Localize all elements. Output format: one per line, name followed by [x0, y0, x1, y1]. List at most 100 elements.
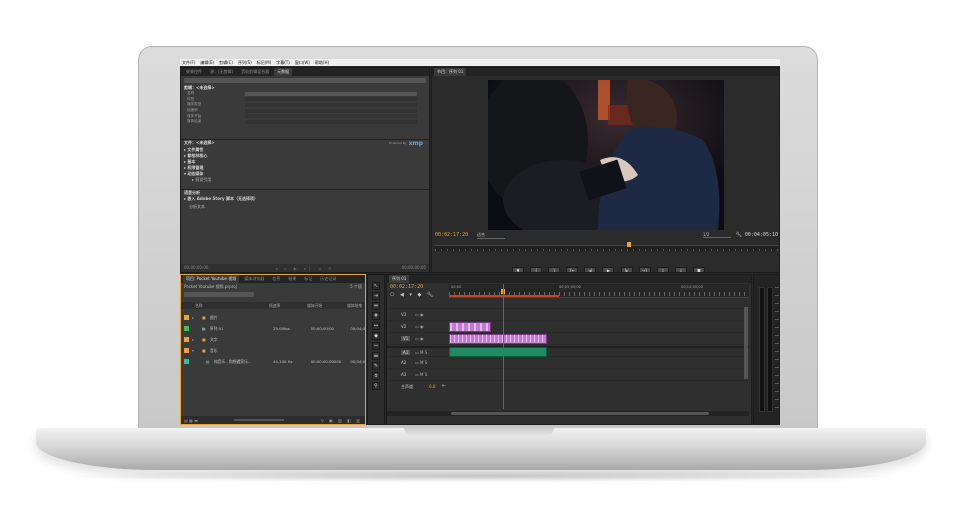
col-start[interactable]: 媒体开始 — [307, 303, 347, 309]
mark-in-button[interactable]: { — [530, 267, 543, 272]
master-jump-icon[interactable]: ⇤ — [442, 383, 446, 389]
metadata-search[interactable] — [181, 76, 429, 85]
rolling-edit-tool-icon[interactable]: # — [372, 312, 380, 320]
menu-edit[interactable]: 编辑(E) — [200, 59, 214, 66]
pen-tool-icon[interactable]: ✎ — [372, 362, 380, 370]
expand-arrow-icon[interactable]: ▾ — [192, 348, 202, 353]
rate-stretch-tool-icon[interactable]: ↔ — [372, 322, 380, 330]
col-fps[interactable]: 帧速率 — [269, 303, 307, 309]
expand-arrow-icon[interactable]: ▸ — [192, 337, 202, 342]
slip-tool-icon[interactable]: ⇿ — [372, 342, 380, 350]
track-label[interactable]: V1 — [401, 336, 411, 341]
step-forward-button[interactable]: |▸ — [620, 267, 633, 272]
project-footer-buttons[interactable]: ⚲ ▣ ▧ ◧ ▥ — [321, 418, 362, 423]
list-item[interactable]: ▾ ■ 音乐 — [181, 345, 365, 356]
go-to-in-button[interactable]: {← — [566, 267, 579, 272]
zoom-tool-icon[interactable]: ⚲ — [372, 382, 380, 390]
video-clip-v1[interactable] — [449, 334, 547, 344]
menu-marker[interactable]: 标记(M) — [257, 59, 272, 66]
tab-history[interactable]: 历史记录 — [317, 275, 339, 283]
menu-help[interactable]: 帮助(H) — [315, 59, 329, 66]
timeline-scroll-thumb[interactable] — [451, 412, 709, 415]
marker-button[interactable]: ▼ — [512, 267, 524, 272]
tab-metadata[interactable]: 元数据 — [274, 68, 293, 76]
resolution-dropdown[interactable]: 1/2 — [703, 232, 731, 238]
razor-tool-icon[interactable]: ◆ — [372, 332, 380, 340]
meta-value[interactable] — [245, 114, 417, 119]
extract-button[interactable]: ⇩ — [674, 267, 687, 272]
program-scrubber[interactable] — [435, 242, 778, 251]
tab-audio-mixer[interactable]: 音轨剪辑混合器 — [238, 68, 272, 76]
timeline-timecode[interactable]: 00:02:17:20 — [390, 284, 423, 290]
track-label[interactable]: V2 — [401, 324, 406, 329]
track-toggle-icons[interactable]: ▭ M S — [415, 350, 427, 355]
menu-file[interactable]: 文件(F) — [182, 59, 195, 66]
meta-value[interactable] — [245, 102, 417, 107]
expand-arrow-icon[interactable]: ▸ — [192, 315, 202, 320]
zoom-slider[interactable] — [234, 419, 285, 421]
list-item[interactable]: ▦ 序列 01 25.00fps 00;00;00;00 00;04;0 — [181, 323, 365, 334]
track-select-tool-icon[interactable]: ⇥ — [372, 292, 380, 300]
track-toggle-icons[interactable]: ▭ ◉ — [415, 336, 424, 341]
track-label[interactable]: V3 — [401, 312, 406, 317]
tab-sequence[interactable]: 序列 01 — [389, 275, 410, 283]
timeline-tool-icons[interactable]: ⎔ ◀ ▾ ◆ 🔧︎ — [390, 292, 435, 298]
meta-value[interactable] — [245, 91, 417, 96]
timeline-scrollbar[interactable] — [387, 411, 749, 416]
lift-button[interactable]: ⇧ — [656, 267, 669, 272]
tab-markers[interactable]: 标记 — [301, 275, 315, 283]
selection-tool-icon[interactable]: ↖ — [372, 282, 380, 290]
track-label[interactable]: A3 — [401, 372, 406, 377]
vertical-scrollbar[interactable] — [744, 307, 748, 379]
menu-clip[interactable]: 剪辑(C) — [219, 59, 233, 66]
tab-source[interactable]: 源：(无剪辑) — [207, 68, 236, 76]
list-item[interactable]: ▤ 纯音乐 - 和想遇家乐... 44,100 Hz 00:00:00:0000… — [181, 356, 365, 367]
tab-effects[interactable]: 效果 — [285, 275, 299, 283]
mark-out-button[interactable]: } — [548, 267, 561, 272]
track-toggle-icons[interactable]: ▭ M S — [415, 360, 427, 365]
project-search-field[interactable] — [184, 292, 254, 297]
track-label[interactable]: A1 — [401, 350, 411, 355]
ripple-edit-tool-icon[interactable]: ⇹ — [372, 302, 380, 310]
master-value[interactable]: 0.0 — [429, 384, 435, 389]
menu-sequence[interactable]: 序列(S) — [238, 59, 252, 66]
track-toggle-icons[interactable]: ▭ ◉ — [415, 324, 424, 329]
file-section-header[interactable]: 文件：<未选择> — [181, 140, 215, 146]
list-item[interactable]: ▸ ■ 文字 — [181, 334, 365, 345]
track-toggle-icons[interactable]: ▭ M S — [415, 372, 427, 377]
track-toggle-icons[interactable]: ▭ ◉ — [415, 312, 424, 317]
tab-media-browser[interactable]: 媒体浏览器 — [241, 275, 267, 283]
col-name[interactable]: 名称 — [181, 303, 269, 309]
work-area-bar[interactable] — [449, 295, 559, 297]
menu-title[interactable]: 字幕(T) — [276, 59, 290, 66]
list-item[interactable]: ▸ ■ 图片 — [181, 312, 365, 323]
menu-window[interactable]: 窗口(W) — [295, 59, 310, 66]
meta-value[interactable] — [245, 108, 417, 113]
tab-info[interactable]: 信息 — [269, 275, 283, 283]
meta-value[interactable] — [245, 119, 417, 124]
time-ruler[interactable]: 00;00 00;05;00;00 00;10;00;00 — [449, 284, 749, 298]
go-to-out-button[interactable]: →} — [638, 267, 651, 272]
video-clip-v2[interactable] — [449, 322, 491, 332]
metadata-search-field[interactable] — [184, 78, 426, 83]
project-search[interactable] — [181, 291, 365, 298]
export-frame-button[interactable]: ◙ — [692, 267, 705, 272]
audio-clip-a1[interactable] — [449, 347, 547, 357]
source-controls[interactable]: ◂ ▸ ▶ ▸| ⇲ ⇱ — [275, 266, 335, 271]
track-label[interactable]: A2 — [401, 360, 406, 365]
tab-program[interactable]: 节目：序列 01 — [434, 68, 467, 76]
view-toggle-icons[interactable]: ▤ ▦ ▬ — [184, 418, 198, 423]
wrench-icon[interactable]: 🔧︎ — [736, 232, 742, 238]
play-button[interactable]: ▶ — [602, 267, 615, 272]
zoom-dropdown[interactable]: 适合 — [477, 232, 505, 239]
playhead-marker[interactable] — [627, 242, 631, 247]
hand-tool-icon[interactable]: ✋︎ — [372, 372, 380, 380]
speech-embed-row[interactable]: ▸ 嵌入 Adobe Story 脚本（无选择项） — [181, 196, 429, 202]
meta-value[interactable] — [245, 97, 417, 102]
step-back-button[interactable]: ◂| — [584, 267, 597, 272]
tab-effect-controls[interactable]: 效果控件 — [183, 68, 205, 76]
col-end[interactable]: 媒体结束 — [347, 303, 362, 309]
slide-tool-icon[interactable]: ⤄ — [372, 352, 380, 360]
tab-project[interactable]: 项目: Pocket Youtube 视频 — [183, 275, 240, 283]
program-current-timecode[interactable]: 00:02:17:20 — [435, 232, 468, 238]
